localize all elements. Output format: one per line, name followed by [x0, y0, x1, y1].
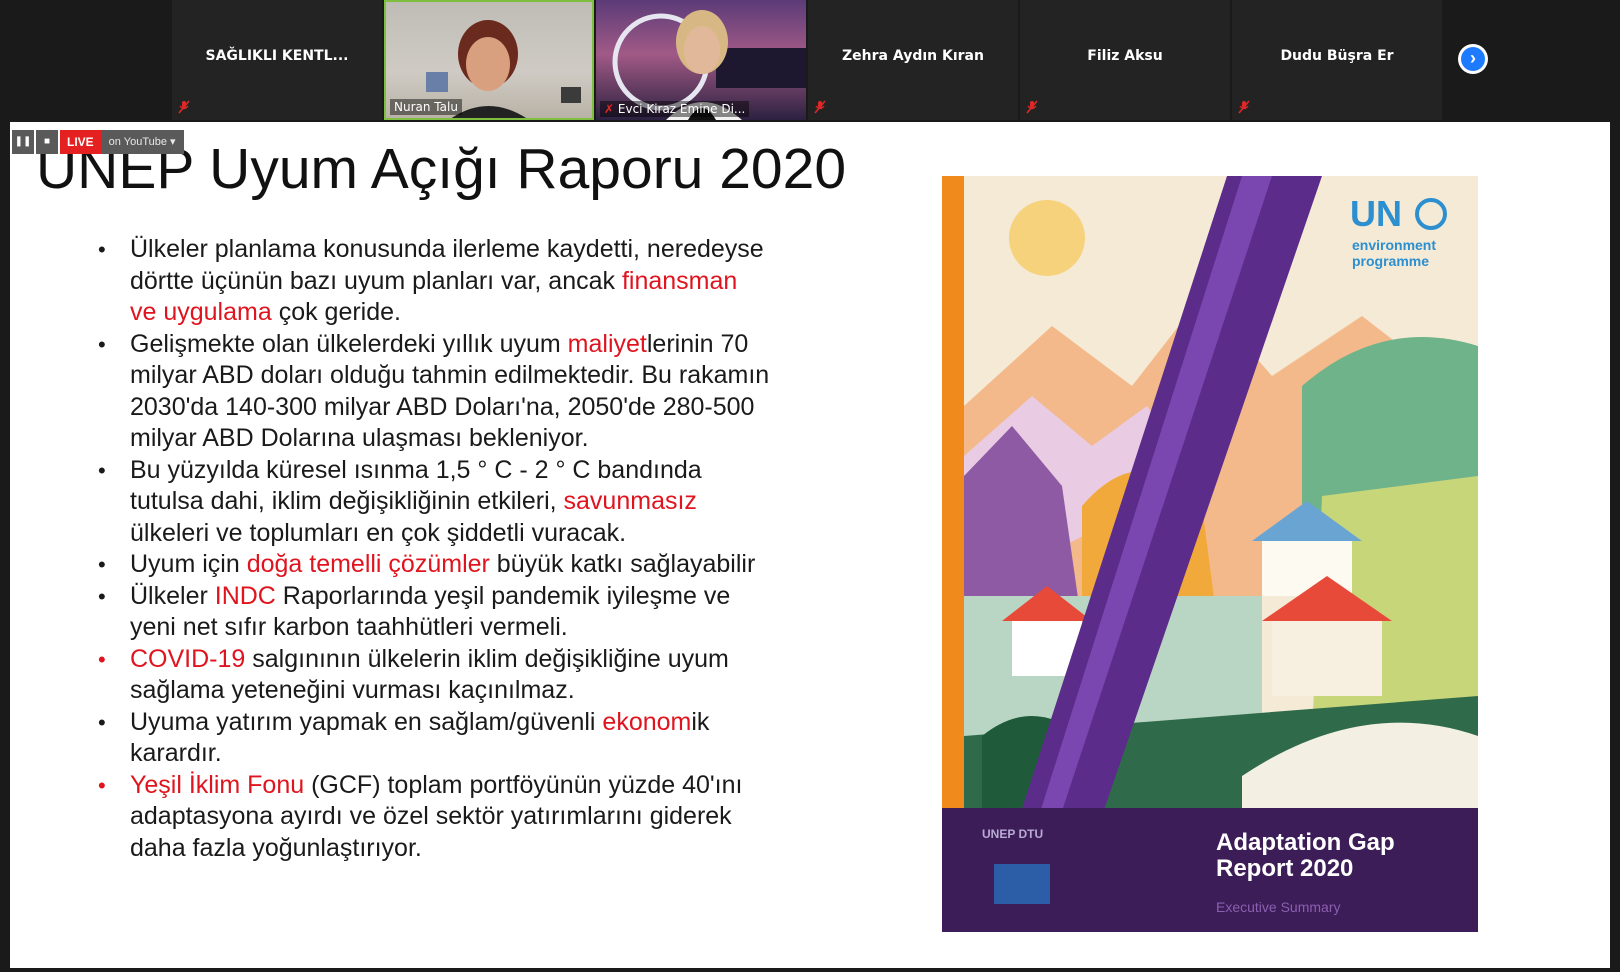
highlighted-text: COVID-19 — [130, 644, 246, 673]
slide-bullet: • Gelişmekte olan ülkelerdeki yıllık uyum… — [90, 329, 770, 455]
participant-strip: SAĞLIKLI KENTL... Nuran Talu ✗ Evci Kira… — [0, 0, 1620, 122]
participant-name: Dudu Büşra Er — [1280, 48, 1394, 64]
cover-title-line2: Report 2020 — [1216, 855, 1353, 882]
slide-bullet: • Ülkeler planlama konusunda ilerleme kay… — [90, 234, 770, 329]
bullet-dot-icon: • — [98, 552, 106, 577]
partner-logo-text: UNEP DTU — [982, 827, 1043, 841]
report-cover-image: UN environment programme UNEP DTU Adapta… — [942, 176, 1478, 932]
bullet-text: Ülkeler — [130, 581, 215, 610]
un-logo-sub2: programme — [1352, 253, 1429, 269]
chevron-right-icon: › — [1461, 47, 1485, 71]
shared-slide: UNEP Uyum Açığı Raporu 2020 ❚❚ ■ LIVE on… — [10, 122, 1610, 968]
bullet-dot-icon: • — [98, 583, 106, 609]
bullet-text: ülkeleri ve toplumları en çok şiddetli v… — [130, 518, 627, 547]
bullet-dot-icon: • — [98, 331, 106, 357]
participant-tile[interactable]: SAĞLIKLI KENTL... — [172, 0, 382, 120]
stop-button[interactable]: ■ — [36, 130, 58, 154]
highlighted-text: savunmasız — [563, 487, 697, 515]
pause-button[interactable]: ❚❚ — [12, 130, 34, 154]
slide-bullet: • Ülkeler INDC Raporlarında yeşil pandemi… — [90, 581, 770, 644]
cover-subtitle: Executive Summary — [1216, 899, 1340, 915]
participant-video-tile[interactable]: ✗ Evci Kiraz Emine Di... — [596, 0, 806, 120]
participant-name: Nuran Talu — [390, 99, 462, 115]
bullet-text: Uyum için — [130, 550, 247, 578]
bullet-text: Gelişmekte olan ülkelerdeki yıllık uyum — [130, 329, 568, 358]
participant-tile[interactable]: Dudu Büşra Er — [1232, 0, 1442, 120]
participant-tile[interactable]: Zehra Aydın Kıran — [808, 0, 1018, 120]
highlighted-text: maliyet — [567, 329, 647, 358]
bullet-text: çok geride. — [271, 298, 401, 326]
bullet-text: büyük katkı sağlayabilir — [489, 550, 756, 578]
slide-bullet: • Uyum için doğa temelli çözümler büyük k… — [90, 549, 770, 581]
muted-mic-icon — [178, 100, 190, 114]
participant-name: SAĞLIKLI KENTL... — [205, 48, 349, 64]
live-stream-bar: ❚❚ ■ LIVE on YouTube ▾ — [12, 130, 184, 154]
participant-name: ✗ Evci Kiraz Emine Di... — [600, 101, 750, 117]
participant-name: Filiz Aksu — [1087, 48, 1163, 64]
highlighted-text: ekonom — [602, 707, 692, 736]
live-badge: LIVE — [60, 130, 101, 154]
next-page-button[interactable]: › — [1458, 44, 1488, 74]
live-platform-dropdown[interactable]: on YouTube ▾ — [100, 130, 184, 154]
highlighted-text: doğa temelli çözümler — [246, 550, 490, 578]
slide-bullet: • Bu yüzyılda küresel ısınma 1,5 ° C - 2… — [90, 455, 770, 550]
un-logo-sub1: environment — [1352, 237, 1436, 253]
highlighted-text: Yeşil İklim Fonu — [130, 770, 305, 799]
bullet-dot-icon: • — [98, 772, 106, 798]
participant-name-text: Evci Kiraz Emine Di... — [617, 102, 746, 116]
bullet-dot-icon: • — [98, 709, 106, 735]
participant-tile[interactable]: Filiz Aksu — [1020, 0, 1230, 120]
cover-title-line1: Adaptation Gap — [1216, 829, 1395, 856]
slide-bullet: • Uyuma yatırım yapmak en sağlam/güvenli … — [90, 707, 770, 770]
un-logo-text: UN — [1350, 193, 1402, 234]
bullet-dot-icon: • — [98, 237, 106, 262]
muted-mic-icon — [814, 100, 826, 114]
slide-bullet-list: • Ülkeler planlama konusunda ilerleme kay… — [90, 234, 770, 864]
highlighted-text: INDC — [214, 581, 276, 610]
bullet-dot-icon: • — [98, 457, 106, 483]
slide-bullet: • Yeşil İklim Fonu (GCF) toplam portföyün… — [90, 770, 770, 865]
muted-mic-icon — [1238, 100, 1250, 114]
participant-video-tile[interactable]: Nuran Talu — [384, 0, 594, 120]
bullet-dot-icon: • — [98, 646, 106, 672]
slide-bullet: • COVID-19 salgınının ülkelerin iklim değ… — [90, 644, 770, 707]
muted-mic-icon — [1026, 100, 1038, 114]
participant-name: Zehra Aydın Kıran — [842, 48, 984, 64]
bullet-text: Uyuma yatırım yapmak en sağlam/güvenli — [130, 707, 603, 736]
